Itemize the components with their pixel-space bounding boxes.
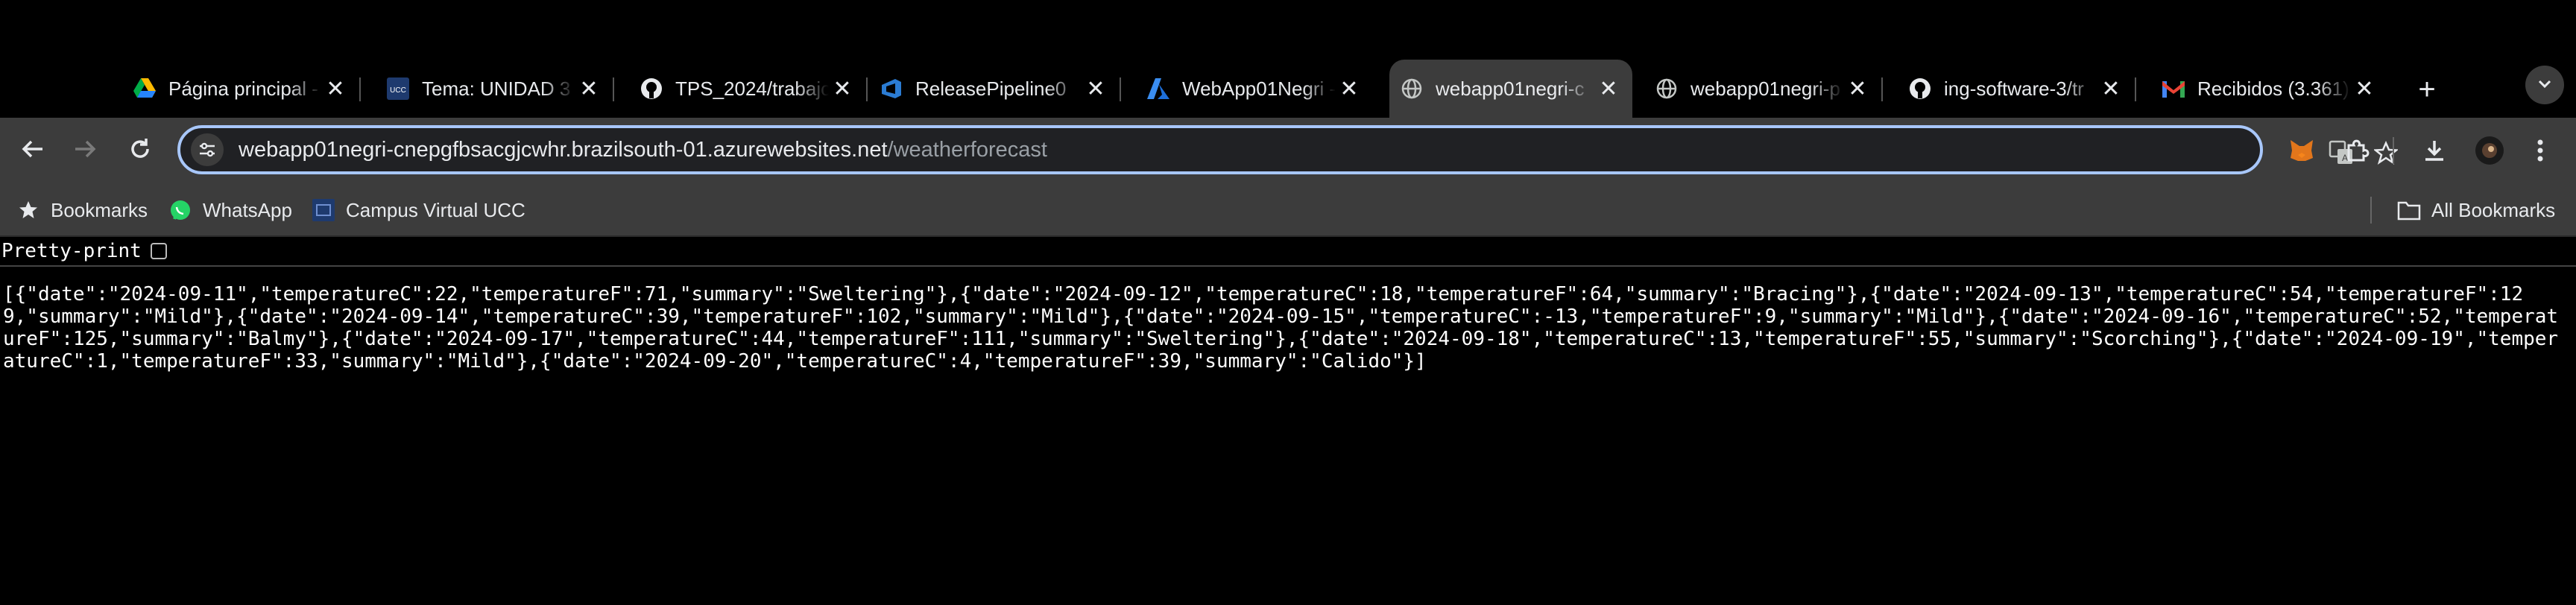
tab-weatherforecast-active[interactable]: webapp01negri-c ✕ <box>1389 60 1632 118</box>
close-icon[interactable]: ✕ <box>322 75 349 102</box>
bookmark-bookmarks[interactable]: Bookmarks <box>16 197 148 224</box>
github-icon <box>640 77 663 101</box>
tab-strip: Página principal - ✕ UCC Tema: UNIDAD 3 … <box>0 0 2576 118</box>
tab-webapp-other[interactable]: webapp01negri-p ✕ <box>1655 66 1883 112</box>
chevron-down-icon <box>2536 75 2554 96</box>
tab-title: webapp01negri-c <box>1436 77 1585 100</box>
tab-search-button[interactable] <box>2525 66 2564 104</box>
ucc-icon: UCC <box>386 77 410 101</box>
tab-title: ing-software-3/tr <box>1944 77 2084 100</box>
tab-title: ReleasePipeline0 <box>915 77 1067 100</box>
globe-icon <box>1400 77 1424 101</box>
tab-release-pipeline[interactable]: ReleasePipeline0 ✕ <box>880 66 1121 112</box>
all-bookmarks-button[interactable]: All Bookmarks <box>2397 197 2555 224</box>
bookmark-whatsapp[interactable]: WhatsApp <box>168 197 292 224</box>
bookmark-label: Bookmarks <box>51 198 148 221</box>
tab-title: Recibidos (3.361) <box>2197 77 2349 100</box>
gmail-icon <box>2162 77 2185 101</box>
tab-title: TPS_2024/trabajo <box>675 77 829 100</box>
download-icon[interactable] <box>2418 134 2451 167</box>
close-icon[interactable]: ✕ <box>1595 75 1622 102</box>
tab-azure-webapp[interactable]: WebApp01Negri - ✕ <box>1146 66 1373 112</box>
github-icon <box>1908 77 1932 101</box>
site-info-icon[interactable] <box>191 133 224 166</box>
pretty-print-bar: Pretty-print <box>0 237 2576 267</box>
browser-toolbar: webapp01negri-cnepgfbsacgjcwhr.brazilsou… <box>0 118 2576 183</box>
url-path: /weatherforecast <box>887 137 1047 162</box>
tab-title: webapp01negri-p <box>1690 77 1840 100</box>
bookmarks-bar: Bookmarks WhatsApp Campus Virtual UCC Al… <box>0 183 2576 237</box>
back-button[interactable] <box>16 134 49 167</box>
bookmark-campus-virtual-ucc[interactable]: Campus Virtual UCC <box>312 197 525 224</box>
json-response-text: [{"date":"2024-09-11","temperatureC":22,… <box>3 283 2559 373</box>
star-icon[interactable] <box>2370 137 2402 168</box>
pretty-print-checkbox[interactable] <box>150 243 167 259</box>
folder-icon <box>2397 198 2421 222</box>
close-icon[interactable]: ✕ <box>1082 75 1109 102</box>
tab-github-tps[interactable]: TPS_2024/trabajo ✕ <box>640 66 868 112</box>
star-icon <box>16 198 40 222</box>
tab-gmail[interactable]: Recibidos (3.361) ✕ <box>2162 66 2388 112</box>
reload-icon <box>127 136 153 165</box>
arrow-right-icon <box>72 136 98 165</box>
ucc-icon <box>312 198 335 222</box>
tab-divider <box>613 77 614 101</box>
address-bar[interactable]: webapp01negri-cnepgfbsacgjcwhr.brazilsou… <box>177 125 2398 174</box>
close-icon[interactable]: ✕ <box>575 75 602 102</box>
tab-divider <box>359 77 361 101</box>
azure-devops-icon <box>880 77 903 101</box>
tab-divider <box>1120 77 1121 101</box>
google-drive-icon <box>133 77 157 101</box>
tab-divider <box>866 77 868 101</box>
tab-title: Tema: UNIDAD 3 <box>422 77 571 100</box>
reload-button[interactable] <box>124 134 157 167</box>
metamask-extension-icon[interactable] <box>2285 134 2318 167</box>
bookmark-label: WhatsApp <box>203 198 292 221</box>
tab-google-drive[interactable]: Página principal - ✕ <box>133 66 361 112</box>
bookmarks-divider <box>2370 197 2372 224</box>
whatsapp-icon <box>168 198 192 222</box>
toolbar-divider <box>2393 137 2394 164</box>
url-text: webapp01negri-cnepgfbsacgjcwhr.brazilsou… <box>239 138 1047 162</box>
page-content: Pretty-print [{"date":"2024-09-11","temp… <box>0 237 2576 605</box>
azure-icon <box>1146 77 1170 101</box>
svg-text:UCC: UCC <box>390 86 406 95</box>
tab-title: Página principal - <box>168 77 318 100</box>
tab-ucc-unidad[interactable]: UCC Tema: UNIDAD 3 ✕ <box>386 66 614 112</box>
more-menu-icon[interactable] <box>2524 134 2557 167</box>
tab-divider <box>1881 77 1883 101</box>
bookmark-label: Campus Virtual UCC <box>346 198 525 221</box>
extensions-puzzle-icon[interactable] <box>2340 134 2373 167</box>
close-icon[interactable]: ✕ <box>1336 75 1363 102</box>
globe-icon <box>1655 77 1679 101</box>
tab-github-ing-software[interactable]: ing-software-3/tr ✕ <box>1908 66 2136 112</box>
forward-button[interactable] <box>69 134 101 167</box>
new-tab-button[interactable]: + <box>2411 73 2443 106</box>
close-icon[interactable]: ✕ <box>2351 75 2378 102</box>
tab-divider <box>2135 77 2136 101</box>
close-icon[interactable]: ✕ <box>1844 75 1871 102</box>
url-host: webapp01negri-cnepgfbsacgjcwhr.brazilsou… <box>239 137 888 162</box>
arrow-left-icon <box>20 136 45 165</box>
close-icon[interactable]: ✕ <box>829 75 856 102</box>
close-icon[interactable]: ✕ <box>2097 75 2124 102</box>
all-bookmarks-label: All Bookmarks <box>2431 198 2556 221</box>
avatar[interactable] <box>2473 134 2506 167</box>
tab-title: WebApp01Negri - <box>1182 77 1336 100</box>
pretty-print-label: Pretty-print <box>1 240 142 262</box>
